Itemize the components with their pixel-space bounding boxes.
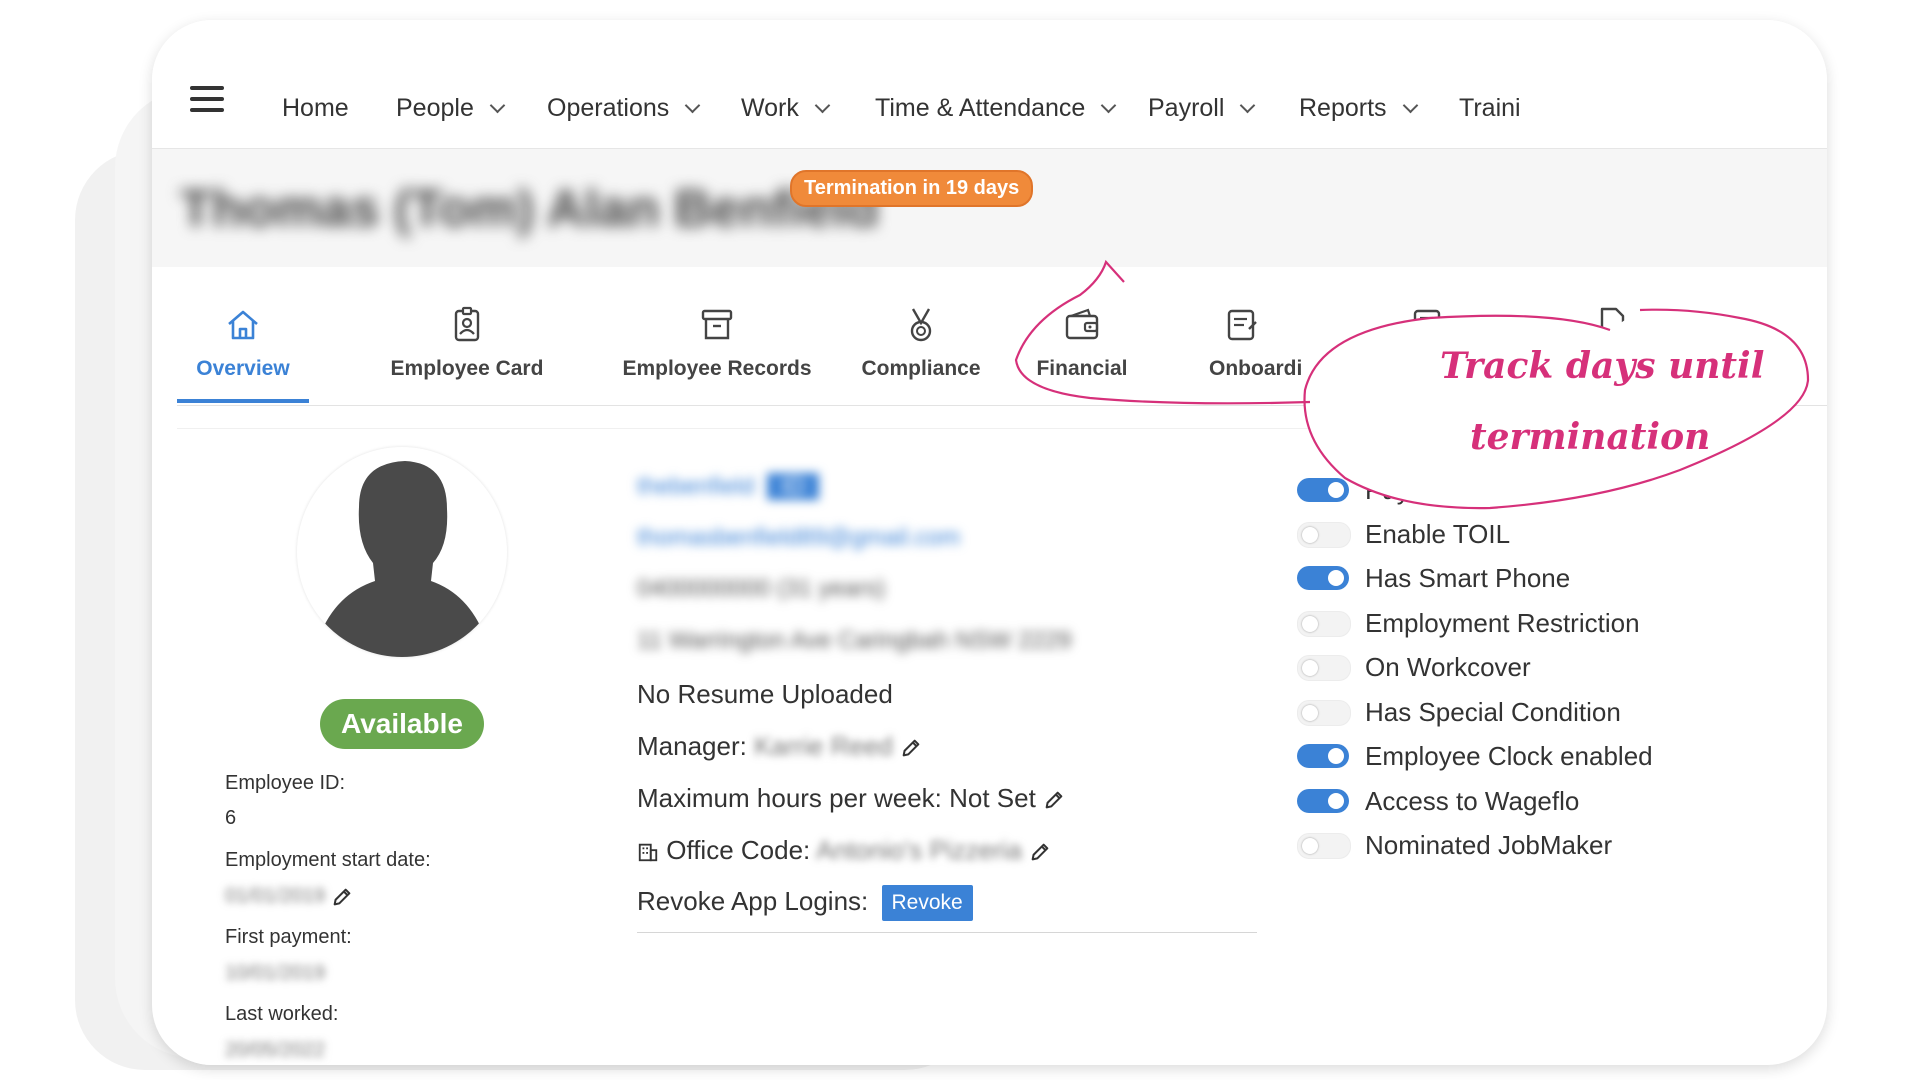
office-code-value: Antonio's Pizzeria <box>816 835 1022 865</box>
toggle-switch[interactable] <box>1297 833 1351 859</box>
nav-item-time-attendance[interactable]: Time & Attendance <box>875 96 1117 121</box>
toggle-switch[interactable] <box>1297 789 1349 813</box>
termination-badge: Termination in 19 days <box>790 170 1034 207</box>
pencil-edit-icon[interactable] <box>1043 789 1065 811</box>
overview-content: Available Employee ID: 6 Employment star… <box>177 428 1677 1065</box>
person-silhouette-icon <box>313 461 491 657</box>
tab-employee-card[interactable]: Employee Card <box>357 267 577 403</box>
archive-box-icon <box>701 309 733 340</box>
last-worked-value: 20/05/2022 <box>225 1039 326 1061</box>
nav-item-work[interactable]: Work <box>741 96 831 121</box>
app-window: Home People Operations Work Time & Atten… <box>152 20 1827 1065</box>
tab-financial[interactable]: Financial <box>1017 267 1147 403</box>
nav-item-people[interactable]: People <box>396 96 506 121</box>
nav-item-home[interactable]: Home <box>282 96 349 121</box>
home-icon <box>228 310 258 340</box>
avatar <box>297 447 507 657</box>
nav-item-payroll[interactable]: Payroll <box>1148 96 1256 121</box>
tab-employee-records[interactable]: Employee Records <box>607 267 827 403</box>
office-code-label: Office Code: <box>666 835 811 865</box>
max-hours-row: Maximum hours per week: Not Set <box>637 783 1065 814</box>
last-worked-label: Last worked: <box>225 1003 339 1025</box>
divider <box>637 932 1257 933</box>
email-link[interactable]: thomasbenfield89@gmail.com <box>637 524 960 552</box>
employee-id-value: 6 <box>225 807 237 829</box>
resume-status: No Resume Uploaded <box>637 679 893 709</box>
phone-value: 0400000000 (31 years) <box>637 575 886 602</box>
document-badge-icon <box>1413 309 1441 341</box>
employee-name: Thomas (Tom) Alan Benfield <box>180 180 880 238</box>
availability-status-badge: Available <box>320 699 484 749</box>
chevron-down-icon <box>1101 97 1117 114</box>
chevron-down-icon <box>814 97 831 114</box>
chevron-down-icon <box>1240 97 1256 114</box>
hamburger-menu-icon[interactable] <box>190 86 224 112</box>
annotation-text-line-2: termination <box>1470 416 1711 458</box>
tab-overview[interactable]: Overview <box>177 267 309 403</box>
toggle-switch[interactable] <box>1297 611 1351 637</box>
toggle-switch[interactable] <box>1297 478 1349 502</box>
max-hours-label: Maximum hours per week: <box>637 783 942 813</box>
manager-label: Manager: <box>637 731 747 761</box>
address-value: 11 Warrington Ave Caringbah NSW 2229 <box>637 627 1072 654</box>
first-payment-value: 10/01/2019 <box>225 962 326 984</box>
username-link[interactable]: thebenfield ID <box>637 473 820 501</box>
tab-onboarding[interactable]: Onboardi <box>1177 267 1307 403</box>
pencil-edit-icon[interactable] <box>331 886 353 908</box>
start-date-value: 01/01/2019 <box>225 885 326 907</box>
toggle-switch[interactable] <box>1297 700 1351 726</box>
chevron-down-icon <box>685 97 701 114</box>
top-navigation: Home People Operations Work Time & Atten… <box>152 20 1827 149</box>
manager-value: Karrie Reed <box>754 731 893 761</box>
toggle-switch[interactable] <box>1297 655 1351 681</box>
max-hours-value: Not Set <box>949 783 1036 813</box>
start-date-label: Employment start date: <box>225 849 431 871</box>
pencil-edit-icon[interactable] <box>1029 841 1051 863</box>
medal-icon <box>910 308 932 342</box>
toggle-switch[interactable] <box>1297 744 1349 768</box>
toggle-switch[interactable] <box>1297 522 1351 548</box>
nav-item-training[interactable]: Traini <box>1459 96 1521 121</box>
manager-row: Manager: Karrie Reed <box>637 731 922 762</box>
start-date-row: 01/01/2019 <box>225 885 353 908</box>
office-code-row: Office Code: Antonio's Pizzeria <box>637 835 1051 866</box>
chevron-down-icon <box>1402 97 1418 114</box>
revoke-row: Revoke App Logins: Revoke <box>637 885 973 921</box>
annotation-text-line-1: Track days until <box>1440 345 1765 387</box>
nav-item-operations[interactable]: Operations <box>547 96 701 121</box>
document-icon <box>1600 307 1625 343</box>
checklist-icon <box>1227 309 1257 341</box>
revoke-button[interactable]: Revoke <box>881 885 973 921</box>
toggle-switch[interactable] <box>1297 566 1349 590</box>
building-icon <box>638 843 658 862</box>
nav-item-reports[interactable]: Reports <box>1299 96 1418 121</box>
employee-id-label: Employee ID: <box>225 772 346 794</box>
pencil-edit-icon[interactable] <box>900 737 922 759</box>
id-badge-icon <box>454 306 480 342</box>
employee-header: Thomas (Tom) Alan Benfield <box>152 149 1827 267</box>
tab-compliance[interactable]: Compliance <box>847 267 995 403</box>
wallet-icon <box>1065 308 1099 340</box>
revoke-label: Revoke App Logins: <box>637 885 869 916</box>
chevron-down-icon <box>489 97 506 114</box>
first-payment-label: First payment: <box>225 926 352 948</box>
